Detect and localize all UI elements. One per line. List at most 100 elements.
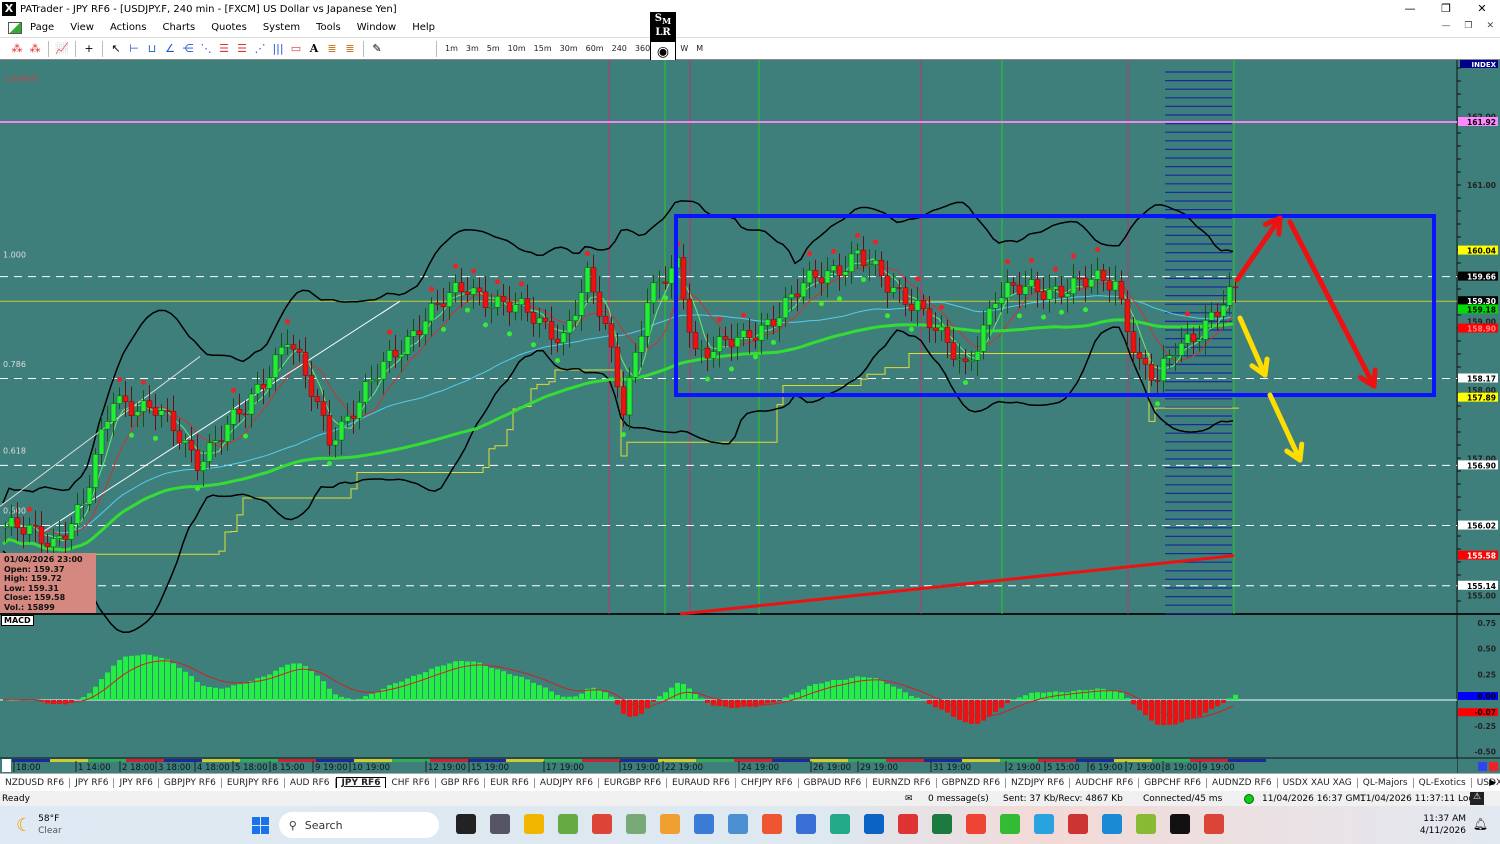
vertical-line-icon[interactable]: ⊔ — [145, 42, 159, 56]
taskbar-app7-icon[interactable] — [897, 813, 918, 834]
tab-jpy-rf6[interactable]: JPY RF6 — [335, 777, 387, 788]
rectangle-icon[interactable]: ▭ — [289, 42, 303, 56]
taskbar-patrader-icon[interactable] — [625, 813, 646, 834]
tab-gbpaud-rf6[interactable]: GBPAUD RF6 — [799, 777, 868, 788]
timeframe-15m[interactable]: 15m — [534, 44, 552, 53]
timeframe-1m[interactable]: 1m — [445, 44, 458, 53]
taskbar-app8-icon[interactable] — [965, 813, 986, 834]
taskbar-app5-icon[interactable] — [795, 813, 816, 834]
timeframe-360[interactable]: 360 — [635, 44, 650, 53]
timeframe-240[interactable]: 240 — [612, 44, 627, 53]
trendline-icon[interactable]: ∠ — [163, 42, 177, 56]
taskbar-excel-icon[interactable] — [931, 813, 952, 834]
gann-icon[interactable]: ⋰ — [253, 42, 267, 56]
tab-gbpnzd-rf6[interactable]: GBPNZD RF6 — [937, 777, 1007, 788]
weather-widget[interactable]: 58°F Clear — [38, 813, 62, 837]
menu-charts[interactable]: Charts — [162, 22, 195, 33]
status-messages[interactable]: 0 message(s) — [928, 794, 989, 804]
tabs-scroll-right-icon[interactable]: ▶ — [1489, 778, 1496, 788]
notification-bell-icon[interactable]: 🔔︎ — [1473, 817, 1488, 831]
menu-page[interactable]: Page — [30, 22, 54, 33]
horizontal-line-icon[interactable]: ⊢ — [127, 42, 141, 56]
menu-tools[interactable]: Tools — [316, 22, 341, 33]
timeframe-m[interactable]: M — [696, 44, 703, 53]
channel-icon[interactable]: ⋲ — [181, 42, 195, 56]
levels-icon[interactable]: ≣ — [325, 42, 339, 56]
text-tool-icon[interactable]: A — [307, 42, 321, 56]
indicator-icon[interactable]: 📈 — [55, 42, 69, 56]
tab-eur-rf6[interactable]: EUR RF6 — [485, 777, 535, 788]
cycle-lines-icon[interactable]: ||| — [271, 42, 285, 56]
chart-area[interactable]: INDEXLocked1.0000.7860.6180.500162.00161… — [0, 60, 1500, 773]
fib-extension-icon[interactable]: ☰ — [235, 42, 249, 56]
fan-icon[interactable]: ⋱ — [199, 42, 213, 56]
brush-icon[interactable]: ✎ — [370, 42, 384, 56]
menu-system[interactable]: System — [263, 22, 300, 33]
taskbar-chrome-icon[interactable] — [591, 813, 612, 834]
minimize-button[interactable]: — — [1392, 0, 1428, 18]
mdi-restore-button[interactable]: ❐ — [1464, 21, 1472, 31]
tab-ql-exotics[interactable]: QL-Exotics — [1414, 777, 1472, 788]
tab-usdx-xau-xag[interactable]: USDX XAU XAG — [1278, 777, 1358, 788]
tab-jpy-rf6[interactable]: JPY RF6 — [114, 777, 159, 788]
fib-retracement-icon[interactable]: ☰ — [217, 42, 231, 56]
alert-icon[interactable]: ⚠ — [1470, 792, 1484, 805]
eye-icon[interactable]: ◉ — [651, 42, 675, 62]
tab-nzdusd-rf6[interactable]: NZDUSD RF6 — [0, 777, 71, 788]
taskbar-notepad-icon[interactable] — [693, 813, 714, 834]
taskbar-app10-icon[interactable] — [1067, 813, 1088, 834]
maximize-button[interactable]: ❐ — [1428, 0, 1464, 18]
menu-quotes[interactable]: Quotes — [211, 22, 247, 33]
timeframe-30m[interactable]: 30m — [560, 44, 578, 53]
tab-chf-rf6[interactable]: CHF RF6 — [386, 777, 436, 788]
tab-audnzd-rf6[interactable]: AUDNZD RF6 — [1207, 777, 1278, 788]
taskbar-outlook-icon[interactable] — [863, 813, 884, 834]
taskbar-app4-icon[interactable] — [761, 813, 782, 834]
mdi-close-button[interactable]: ✕ — [1486, 21, 1494, 31]
smr-logo-button[interactable]: SM LR ◉ — [650, 12, 676, 62]
taskbar-file-explorer-icon[interactable] — [523, 813, 544, 834]
timeframe-5m[interactable]: 5m — [487, 44, 500, 53]
timeframe-10m[interactable]: 10m — [508, 44, 526, 53]
levels2-icon[interactable]: ≣ — [343, 42, 357, 56]
menu-view[interactable]: View — [70, 22, 94, 33]
buy-sell-icon[interactable]: ⁂ — [10, 42, 24, 56]
tab-gbpchf-rf6[interactable]: GBPCHF RF6 — [1139, 777, 1208, 788]
taskbar-smr-icon[interactable] — [1169, 813, 1190, 834]
tab-jpy-rf6[interactable]: JPY RF6 — [70, 777, 115, 788]
close-button[interactable]: ✕ — [1464, 0, 1500, 18]
taskbar-app12-icon[interactable] — [1135, 813, 1156, 834]
tab-eurnzd-rf6[interactable]: EURNZD RF6 — [867, 777, 937, 788]
tab-ql-majors[interactable]: QL-Majors — [1358, 777, 1414, 788]
taskbar-search[interactable]: ⚲ Search — [278, 812, 439, 838]
taskbar-calculator-icon[interactable] — [489, 813, 510, 834]
crosshair-icon[interactable]: + — [82, 42, 96, 56]
clock[interactable]: 11:37 AM 4/11/2026 — [1420, 813, 1466, 837]
tab-gbpjpy-rf6[interactable]: GBPJPY RF6 — [159, 777, 222, 788]
menu-window[interactable]: Window — [357, 22, 396, 33]
pointer-icon[interactable]: ↖ — [109, 42, 123, 56]
tab-eurjpy-rf6[interactable]: EURJPY RF6 — [222, 777, 285, 788]
price-chart[interactable]: INDEXLocked1.0000.7860.6180.500162.00161… — [0, 60, 1500, 773]
tab-gbp-rf6[interactable]: GBP RF6 — [436, 777, 486, 788]
taskbar-app3-icon[interactable] — [727, 813, 748, 834]
tab-euraud-rf6[interactable]: EURAUD RF6 — [667, 777, 736, 788]
taskbar-telegram-icon[interactable] — [1033, 813, 1054, 834]
taskbar-app11-icon[interactable] — [1101, 813, 1122, 834]
menu-help[interactable]: Help — [412, 22, 435, 33]
tab-nzdjpy-rf6[interactable]: NZDJPY RF6 — [1006, 777, 1071, 788]
taskbar-app-icon[interactable] — [557, 813, 578, 834]
menu-actions[interactable]: Actions — [110, 22, 147, 33]
tab-eurgbp-rf6[interactable]: EURGBP RF6 — [599, 777, 668, 788]
tab-audchf-rf6[interactable]: AUDCHF RF6 — [1070, 777, 1140, 788]
timeframe-w[interactable]: W — [680, 44, 688, 53]
tab-audjpy-rf6[interactable]: AUDJPY RF6 — [535, 777, 599, 788]
taskbar-task-view-icon[interactable] — [455, 813, 476, 834]
timeframe-3m[interactable]: 3m — [466, 44, 479, 53]
tab-chfjpy-rf6[interactable]: CHFJPY RF6 — [736, 777, 799, 788]
taskbar-app6-icon[interactable] — [829, 813, 850, 834]
taskbar-chrome2-icon[interactable] — [1203, 813, 1224, 834]
tab-aud-rf6[interactable]: AUD RF6 — [285, 777, 336, 788]
start-button[interactable] — [251, 816, 269, 834]
taskbar-app9-icon[interactable] — [999, 813, 1020, 834]
